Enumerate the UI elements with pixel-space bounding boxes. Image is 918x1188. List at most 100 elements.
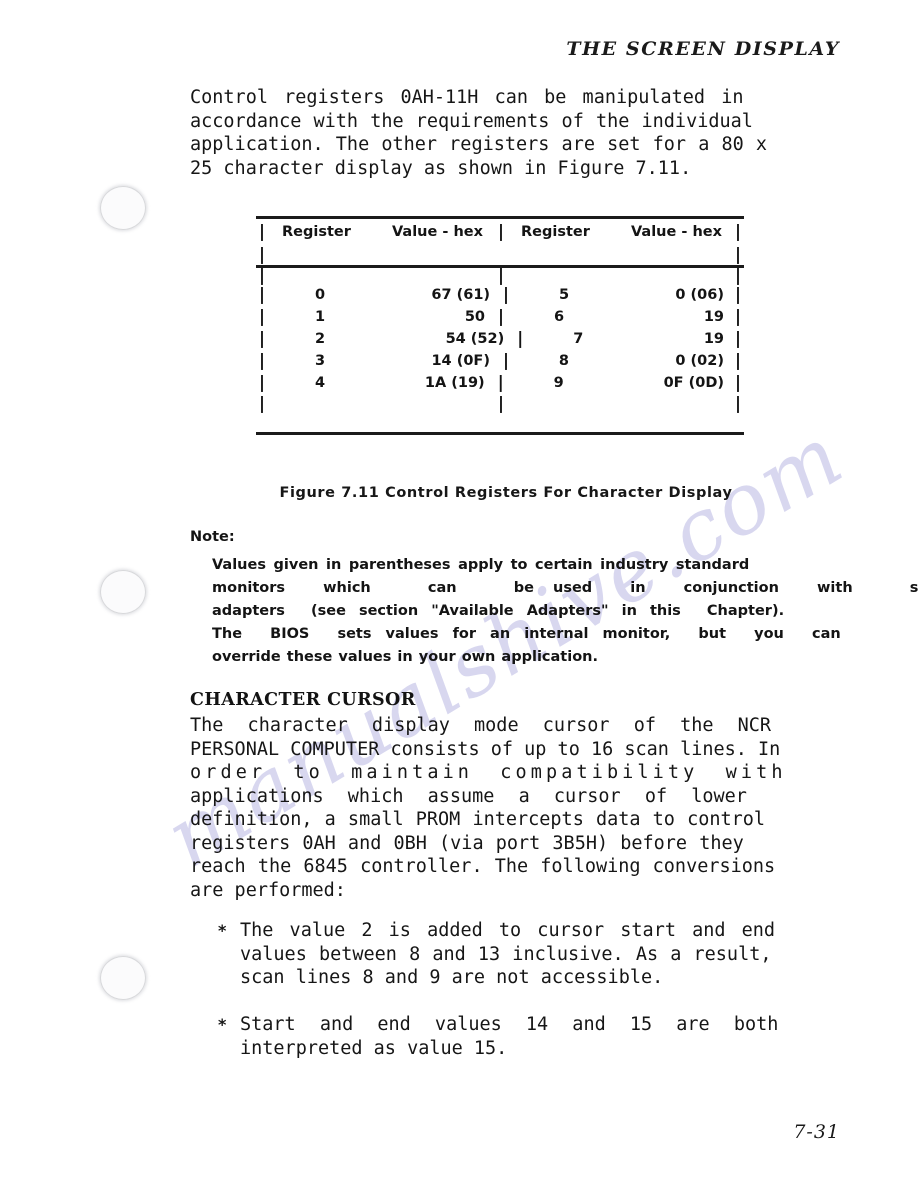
paragraph-line: applications which assume a cursor of lo… [190,785,747,807]
table-gap-row: | | | [256,266,744,286]
table-pipe: | [732,329,744,349]
figure-caption: Figure 7.11 Control Registers For Charac… [279,485,733,501]
table-row: | 0 67 (61) | 5 0 (06) | [256,284,744,306]
list-item: * Start and end values 14 and 15 are bot… [218,1013,822,1060]
section-heading: CHARACTER CURSOR [190,690,416,710]
table-pipe: | [500,285,512,305]
bullet-glyph-icon: * [218,921,227,940]
bullet-line: values between 8 and 13 inclusive. As a … [240,943,772,965]
table-pipe: | [495,373,506,393]
bullet-line: The value 2 is added to cursor start and… [240,920,776,941]
register-right: 8 [558,353,569,369]
register-left: 2 [314,331,326,347]
value-left: 54 (52) [445,331,505,347]
table-pipe: | [256,329,268,349]
paragraph-line: definition, a small PROM intercepts data… [190,809,766,830]
value-right: 19 [703,331,725,347]
register-right: 6 [553,309,565,325]
control-registers-table: | Register Value - hex | Register Value … [256,216,744,435]
register-left: 1 [314,309,326,325]
document-page: manualshive.com THE SCREEN DISPLAY Contr… [0,0,918,1188]
bullet-line: Start and end values 14 and 15 are both [240,1014,779,1035]
value-right: 0F (0D) [663,375,724,391]
bullet-glyph-icon: * [218,1015,227,1034]
table-pipe: | [732,245,744,265]
table-pipe: | [256,245,268,265]
table-pipe: | [732,222,744,242]
table-pipe-hidden: | [495,245,507,265]
note-label: Note: [190,529,235,545]
register-right: 5 [559,287,570,303]
running-head: THE SCREEN DISPLAY [566,38,840,60]
table-pipe: | [732,373,744,393]
table-pipe: | [732,351,744,371]
paragraph-line: reach the 6845 controller. The following… [190,856,776,877]
paragraph-line: PERSONAL COMPUTER consists of up to 16 s… [190,738,781,760]
note-line: monitors which can be used in conjunctio… [212,580,918,596]
paragraph-line: The character display mode cursor of the… [190,715,772,736]
table-header-register-left: Register [282,224,351,240]
note-body: Values given in parentheses apply to cer… [212,554,918,669]
table-pipe: | [495,266,507,286]
value-left: 14 (0F) [431,353,490,369]
value-right: 0 (02) [675,353,724,369]
paragraph-line: accordance with the requirements of the … [190,110,753,132]
table-pipe: | [256,307,268,327]
page-number: 7-31 [793,1121,840,1143]
register-right: 9 [553,375,564,391]
table-pipe: | [256,373,268,393]
table-bottom-rule [256,432,744,435]
paragraph-line: 25 character display as shown in Figure … [190,157,692,179]
table-pipe: | [732,307,744,327]
table-header-value-right: Value - hex [631,224,722,240]
table-pipe: | [515,329,526,349]
note-line: The BIOS sets values for an internal mon… [212,626,841,642]
value-right: 0 (06) [675,287,724,303]
table-bottom-spacer-row: | | | [256,394,744,414]
value-left: 50 [464,309,485,325]
paragraph-line: order to maintain compatibility with [190,762,787,783]
note-line: adapters (see section "Available Adapter… [212,603,785,619]
paragraph-line: are performed: [190,879,346,901]
table-pipe: | [732,285,744,305]
paragraph-line: Control registers 0AH-11H can be manipul… [190,87,744,108]
table-pipe: | [256,222,268,242]
table-row: | 2 54 (52) | 7 19 | [256,328,744,350]
value-right: 19 [703,309,724,325]
table-pipe: | [256,285,268,305]
list-item: * The value 2 is added to cursor start a… [218,919,822,990]
value-left: 67 (61) [431,287,491,303]
register-right: 7 [573,331,584,347]
table-pipe: | [500,351,512,371]
table-header-value-left: Value - hex [392,224,483,240]
register-left: 4 [314,375,326,391]
table-row: | 4 1A (19) | 9 0F (0D) | [256,372,744,394]
paragraph-line: application. The other registers are set… [190,134,768,155]
table-row: | 3 14 (0F) | 8 0 (02) | [256,350,744,372]
bullet-line: interpreted as value 15. [240,1037,508,1059]
table-row: | 1 50 | 6 19 | [256,306,744,328]
table-pipe: | [495,307,507,327]
table-pipe: | [495,222,507,242]
binder-hole-punch-icon [100,570,146,614]
table-pipe: | [732,394,744,414]
binder-hole-punch-icon [100,186,146,230]
note-line: override these values in your own applic… [212,649,598,665]
binder-hole-punch-icon [100,956,146,1000]
table-pipe: | [495,394,507,414]
table-pipe: | [256,394,268,414]
paragraph-line: registers 0AH and 0BH (via port 3B5H) be… [190,832,744,854]
register-left: 0 [314,287,326,303]
value-left: 1A (19) [424,375,485,391]
table-header-row: | Register Value - hex | Register Value … [256,219,744,245]
intro-paragraph: Control registers 0AH-11H can be manipul… [190,86,820,180]
table-pipe: | [256,266,268,286]
table-header-register-right: Register [521,224,590,240]
register-left: 3 [314,353,326,369]
section-paragraph: The character display mode cursor of the… [190,714,820,902]
table-pipe: | [256,351,268,371]
table-header-spacer-row: | | | [256,245,744,265]
bullet-line: scan lines 8 and 9 are not accessible. [240,967,664,988]
table-pipe: | [732,266,744,286]
note-line: Values given in parentheses apply to cer… [212,557,750,573]
